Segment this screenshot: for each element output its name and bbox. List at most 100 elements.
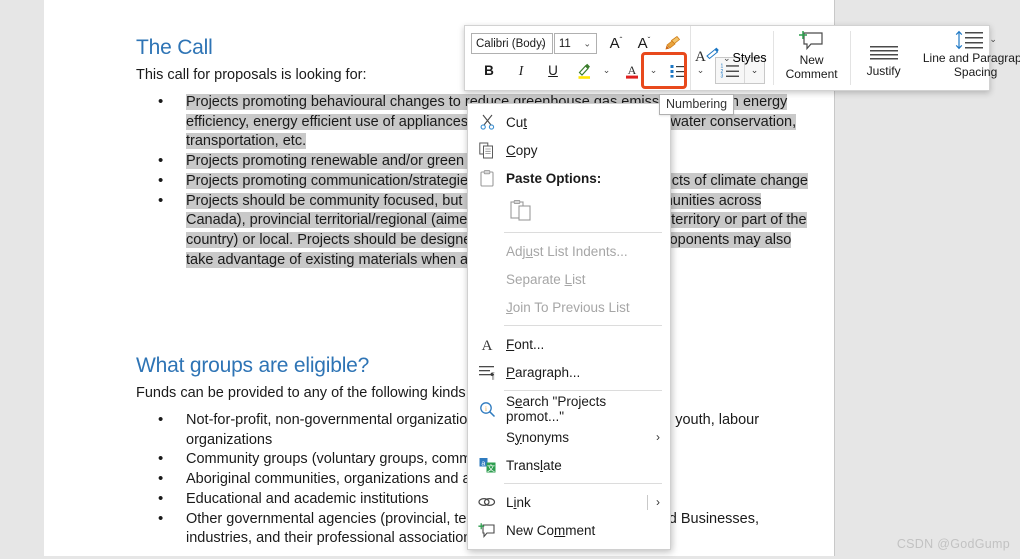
search-icon: i [468,401,506,418]
menu-split-divider [647,494,648,510]
context-menu-item-font[interactable]: A Font... [468,330,670,358]
mini-toolbar-left-group: Calibri (Body) ⌄ 11 ⌄ Aˆ Aˇ B I U ⌄ A ⌄ … [465,26,765,90]
underline-label: U [548,63,558,78]
scissors-icon [468,114,506,130]
mini-formatting-toolbar[interactable]: Calibri (Body) ⌄ 11 ⌄ Aˆ Aˇ B I U ⌄ A ⌄ … [464,25,1020,91]
context-menu-label-translate: Translate [506,457,562,473]
paragraph-icon: ¶ [468,364,506,380]
font-name-value: Calibri (Body) [476,37,546,50]
toolbar-divider [772,31,774,85]
styles-icon: A [695,47,719,65]
context-menu-label-paste-options: Paste Options: [506,170,602,186]
format-painter-icon[interactable] [660,31,686,56]
styles-button[interactable]: A ⌄ Styles [691,26,771,90]
context-menu-separator [504,390,662,391]
context-menu-label-adjust-list-indents: Adjust List Indents... [506,243,628,259]
context-menu-label-font: Font... [506,336,545,352]
context-menu-label-synonyms: Synonyms [506,429,570,445]
line-spacing-label-line2: Spacing [953,64,998,79]
context-menu-separator [504,325,662,326]
grow-font-button[interactable]: Aˆ [603,31,629,56]
bold-label: B [484,63,494,78]
svg-text:A: A [482,338,493,352]
page-title-what-groups-are-eligible: What groups are eligible? [136,354,370,377]
font-size-value: 11 [558,37,571,50]
font-name-combobox[interactable]: Calibri (Body) ⌄ [471,33,553,54]
grow-font-label: A [609,35,620,52]
chevron-down-icon[interactable]: ⌄ [598,58,615,83]
svg-text:i: i [485,405,487,413]
numbering-tooltip: Numbering [659,94,735,115]
justify-button[interactable]: Justify [853,26,915,90]
context-menu-item-copy[interactable]: Copy [468,136,670,164]
tooltip-text: Numbering [666,97,728,111]
caret-up-icon: ˆ [619,36,623,45]
mini-toolbar-row-2: B I U ⌄ A ⌄ ⌄ 1 2 3 ⌄ [471,57,765,84]
underline-button[interactable]: U [540,58,566,83]
context-menu-label-search: Search "Projects promot..." [506,394,607,424]
chevron-down-icon[interactable]: ⌄ [539,38,547,49]
chevron-down-icon[interactable]: ⌄ [989,33,997,47]
svg-text:A: A [628,63,637,77]
chevron-down-icon[interactable]: ⌄ [645,58,662,83]
chevron-right-icon[interactable]: › [656,495,664,509]
font-color-icon[interactable]: A [619,58,645,83]
paste-options-gallery[interactable] [468,192,670,228]
italic-button[interactable]: I [508,58,534,83]
bullets-button[interactable] [666,58,692,83]
context-menu-separator [504,232,662,233]
shrink-font-button[interactable]: Aˇ [631,31,657,56]
toolbar-divider [849,31,851,85]
context-menu-item-separate-list: Separate List [468,265,670,293]
context-menu-item-cut[interactable]: Cut [468,108,670,136]
context-menu-item-translate[interactable]: a 文 Translate [468,451,670,479]
text-highlight-color-icon[interactable] [572,58,598,83]
clipboard-icon [468,169,506,187]
font-a-icon: A [468,336,506,352]
screen: The Call This call for proposals is look… [0,0,1020,559]
context-menu-label-cut: Cut [506,114,528,130]
context-menu-item-synonyms[interactable]: Synonyms › [468,423,670,451]
watermark: CSDN @GodGump [896,537,1010,551]
svg-text:文: 文 [487,463,495,473]
mini-toolbar-right-group: A ⌄ Styles New Comment Justify ⌄ Line an… [690,26,1020,90]
context-menu-item-join-to-previous-list: Join To Previous List [468,293,670,321]
chevron-down-icon[interactable]: ⌄ [723,53,731,64]
paste-keep-source-formatting-icon[interactable] [510,198,532,222]
svg-text:¶: ¶ [491,371,495,380]
svg-text:a: a [481,460,485,467]
context-menu-item-search[interactable]: i Search "Projects promot..." [468,394,670,424]
shrink-font-label: A [637,35,648,52]
new-comment-button[interactable]: New Comment [776,26,848,90]
mini-toolbar-row-1: Calibri (Body) ⌄ 11 ⌄ Aˆ Aˇ [471,30,686,57]
list-item-text: Projects promoting renewable and/or gree… [186,153,513,170]
context-menu-item-adjust-list-indents: Adjust List Indents... [468,237,670,265]
line-spacing-label-line1: Line and Paragraph [922,51,1020,65]
bold-button[interactable]: B [476,58,502,83]
page-title-the-call: The Call [136,36,213,59]
chevron-right-icon: › [656,430,660,444]
svg-text:A: A [695,49,706,65]
justify-icon [869,45,898,60]
copy-icon [468,142,506,159]
font-size-combobox[interactable]: 11 ⌄ [553,33,597,54]
line-and-paragraph-spacing-button[interactable]: ⌄ Line and Paragraph Spacing [915,26,1020,90]
chevron-down-icon[interactable]: ⌄ [583,38,591,49]
context-menu-item-new-comment[interactable]: New Comment [468,516,670,544]
context-menu-item-paragraph[interactable]: ¶ Paragraph... [468,358,670,386]
context-menu-item-link[interactable]: Link › [468,488,670,516]
context-menu-label-separate-list: Separate List [506,271,586,287]
new-comment-label-line2: Comment [785,66,838,81]
context-menu[interactable]: Cut Copy Paste Options: Adjust List Inde… [467,103,671,550]
italic-label: I [518,62,524,78]
intro-paragraph-the-call: This call for proposals is looking for: [136,67,367,83]
context-menu-item-paste-options[interactable]: Paste Options: [468,164,670,192]
translate-icon: a 文 [468,457,506,473]
context-menu-label-join-to-previous-list: Join To Previous List [506,299,630,315]
new-comment-icon [468,522,506,539]
context-menu-separator [504,483,662,484]
context-menu-label-copy: Copy [506,142,538,158]
context-menu-label-paragraph: Paragraph... [506,364,581,380]
new-comment-icon [798,31,823,51]
caret-down-icon: ˇ [647,36,651,45]
